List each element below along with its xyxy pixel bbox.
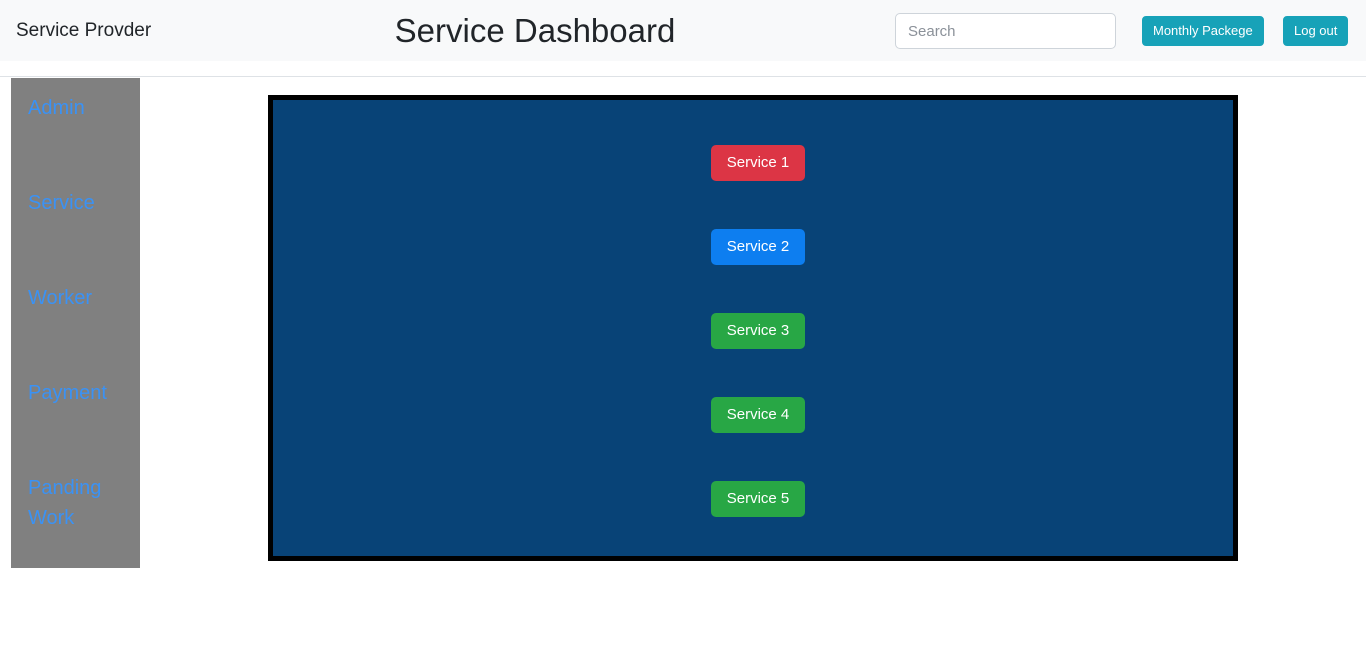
sidebar-item-worker[interactable]: Worker — [28, 283, 133, 313]
service-button-4[interactable]: Service 4 — [711, 397, 805, 433]
service-button-5[interactable]: Service 5 — [711, 481, 805, 517]
search-input[interactable] — [895, 13, 1116, 49]
navbar-separator — [0, 76, 1366, 77]
sidebar-item-admin[interactable]: Admin — [28, 93, 133, 123]
monthly-package-button[interactable]: Monthly Packege — [1142, 16, 1264, 46]
sidebar: Admin Service Worker Payment Panding Wor… — [11, 78, 140, 568]
sidebar-item-service[interactable]: Service — [28, 188, 133, 218]
top-navbar: Service Provder Service Dashboard Monthl… — [0, 0, 1366, 61]
service-button-1[interactable]: Service 1 — [711, 145, 805, 181]
service-button-list: Service 1 Service 2 Service 3 Service 4 … — [273, 100, 1233, 556]
service-button-3[interactable]: Service 3 — [711, 313, 805, 349]
service-content-panel: Service 1 Service 2 Service 3 Service 4 … — [268, 95, 1238, 561]
log-out-button[interactable]: Log out — [1283, 16, 1349, 46]
service-button-2[interactable]: Service 2 — [711, 229, 805, 265]
sidebar-item-payment[interactable]: Payment — [28, 378, 133, 408]
sidebar-item-panding-work[interactable]: Panding Work — [28, 473, 133, 533]
